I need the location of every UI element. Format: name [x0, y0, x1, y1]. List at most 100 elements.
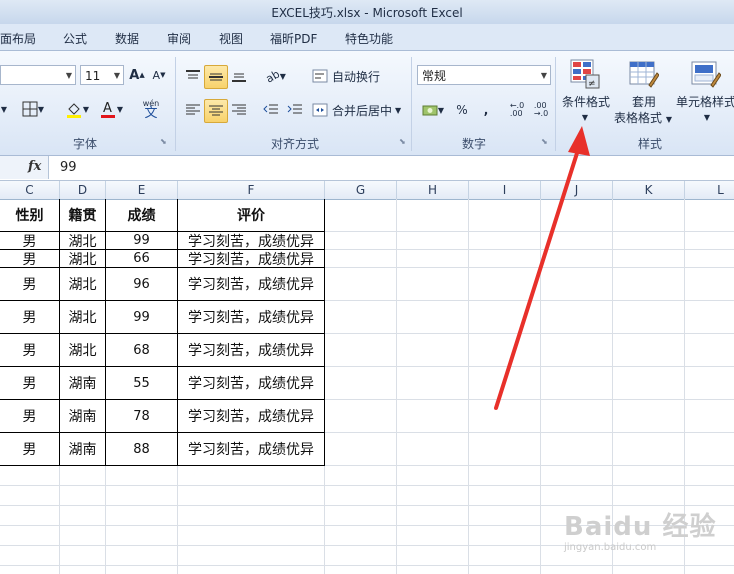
- cell-hometown[interactable]: 湖南: [60, 400, 105, 432]
- tab-data[interactable]: 数据: [115, 30, 139, 47]
- cell-gender[interactable]: 男: [0, 301, 59, 333]
- decrease-decimal-button[interactable]: .00 →.0: [530, 99, 552, 121]
- column-header-f[interactable]: F: [178, 181, 325, 199]
- grow-font-button[interactable]: A ▲: [129, 65, 144, 85]
- cell-gender[interactable]: 男: [0, 367, 59, 399]
- chevron-down-icon[interactable]: ▼: [578, 111, 592, 123]
- font-dialog-launcher-icon[interactable]: ⬊: [160, 137, 168, 146]
- format-as-table-button[interactable]: [627, 57, 661, 91]
- align-center-button[interactable]: [204, 99, 228, 123]
- cell-evaluation[interactable]: 学习刻苦，成绩优异: [178, 400, 324, 432]
- number-dialog-launcher-icon[interactable]: ⬊: [541, 137, 549, 146]
- column-header-i[interactable]: I: [469, 181, 541, 199]
- table-format-icon: [629, 61, 659, 88]
- insert-function-icon[interactable]: fx: [28, 159, 41, 174]
- cell-hometown[interactable]: 湖南: [60, 433, 105, 465]
- tab-foxit-pdf[interactable]: 福昕PDF: [270, 30, 317, 47]
- header-score[interactable]: 成绩: [106, 199, 177, 231]
- font-color-button[interactable]: A ▼: [96, 98, 126, 120]
- cell-evaluation[interactable]: 学习刻苦，成绩优异: [178, 433, 324, 465]
- align-bottom-button[interactable]: [228, 65, 250, 87]
- number-format-combo[interactable]: 常规 ▼: [417, 65, 551, 85]
- accounting-format-button[interactable]: ▼: [418, 99, 448, 121]
- cell-evaluation[interactable]: 学习刻苦，成绩优异: [178, 250, 324, 268]
- cell-hometown[interactable]: 湖北: [60, 334, 105, 366]
- column-header-e[interactable]: E: [106, 181, 178, 199]
- cell-evaluation[interactable]: 学习刻苦，成绩优异: [178, 301, 324, 333]
- align-top-button[interactable]: [182, 65, 204, 87]
- orientation-button[interactable]: ab ▼: [260, 65, 292, 87]
- cell-score[interactable]: 99: [106, 232, 177, 249]
- chevron-down-icon: ▼: [540, 71, 547, 80]
- cell-evaluation[interactable]: 学习刻苦，成绩优异: [178, 334, 324, 366]
- tab-page-layout[interactable]: 面布局: [0, 30, 36, 47]
- tab-special[interactable]: 特色功能: [345, 30, 393, 47]
- conditional-format-button[interactable]: ≠: [568, 57, 602, 91]
- merge-center-label: 合并后居中: [332, 103, 393, 118]
- fill-color-button[interactable]: ▼: [62, 98, 92, 120]
- cell-hometown[interactable]: 湖南: [60, 367, 105, 399]
- chevron-down-icon[interactable]: ▼: [700, 111, 714, 123]
- cell-evaluation[interactable]: 学习刻苦，成绩优异: [178, 367, 324, 399]
- comma-button[interactable]: ,: [476, 99, 496, 121]
- cell-hometown[interactable]: 湖北: [60, 232, 105, 250]
- cell-gender[interactable]: 男: [0, 334, 59, 366]
- header-hometown[interactable]: 籍贯: [60, 199, 105, 231]
- alignment-dialog-launcher-icon[interactable]: ⬊: [399, 137, 407, 146]
- cell-evaluation[interactable]: 学习刻苦，成绩优异: [178, 268, 324, 300]
- merge-center-button[interactable]: 合并后居中 ▼: [312, 99, 408, 121]
- cell-gender[interactable]: 男: [0, 232, 59, 250]
- align-bottom-icon: [232, 73, 246, 82]
- tab-review[interactable]: 审阅: [167, 30, 191, 47]
- watermark-main-text: Baidu 经验: [564, 512, 717, 542]
- cell-score[interactable]: 55: [106, 367, 177, 399]
- cell-gender[interactable]: 男: [0, 433, 59, 465]
- tab-view[interactable]: 视图: [219, 30, 243, 47]
- cell-gender[interactable]: 男: [0, 250, 59, 268]
- align-left-button[interactable]: [182, 99, 204, 121]
- header-evaluation[interactable]: 评价: [178, 199, 324, 231]
- tab-formulas[interactable]: 公式: [63, 30, 87, 47]
- borders-button[interactable]: ▼: [20, 98, 46, 120]
- shrink-font-button[interactable]: A ▼: [152, 65, 166, 85]
- text-orientation-icon: ab: [263, 66, 283, 86]
- increase-indent-button[interactable]: [284, 99, 306, 121]
- format-as-table-label-text: 表格格式: [614, 111, 663, 125]
- cell-styles-button[interactable]: [689, 57, 723, 91]
- cell-score[interactable]: 68: [106, 334, 177, 366]
- align-top-icon: [186, 70, 200, 79]
- font-name-combo[interactable]: ▼: [0, 65, 76, 85]
- cell-gender[interactable]: 男: [0, 268, 59, 300]
- align-middle-button[interactable]: [204, 65, 228, 89]
- column-header-d[interactable]: D: [60, 181, 106, 199]
- decrease-indent-button[interactable]: [260, 99, 282, 121]
- header-gender[interactable]: 性别: [0, 199, 59, 231]
- cell-hometown[interactable]: 湖北: [60, 268, 105, 300]
- font-size-combo[interactable]: 11 ▼: [80, 65, 124, 85]
- wrap-text-button[interactable]: 自动换行: [312, 65, 388, 87]
- svg-text:A: A: [103, 101, 112, 116]
- cell-score[interactable]: 96: [106, 268, 177, 300]
- cell-score[interactable]: 66: [106, 250, 177, 267]
- cell-score[interactable]: 88: [106, 433, 177, 465]
- column-header-c[interactable]: C: [0, 181, 60, 199]
- column-header-l[interactable]: L: [685, 181, 734, 199]
- borders-icon: [22, 101, 38, 117]
- cell-hometown[interactable]: 湖北: [60, 301, 105, 333]
- formula-input[interactable]: 99: [60, 160, 77, 175]
- cell-evaluation[interactable]: 学习刻苦，成绩优异: [178, 232, 324, 250]
- phonetic-button[interactable]: wén 文: [138, 96, 164, 122]
- chevron-down-icon[interactable]: ▼: [0, 98, 8, 120]
- align-right-button[interactable]: [228, 99, 250, 121]
- name-box-area: [0, 156, 49, 179]
- cell-score[interactable]: 99: [106, 301, 177, 333]
- column-header-g[interactable]: G: [325, 181, 397, 199]
- column-header-j[interactable]: J: [541, 181, 613, 199]
- cell-gender[interactable]: 男: [0, 400, 59, 432]
- cell-score[interactable]: 78: [106, 400, 177, 432]
- column-header-h[interactable]: H: [397, 181, 469, 199]
- increase-decimal-button[interactable]: ←.0.00: [506, 99, 528, 121]
- column-header-k[interactable]: K: [613, 181, 685, 199]
- cell-hometown[interactable]: 湖北: [60, 250, 105, 268]
- percent-button[interactable]: %: [452, 99, 472, 121]
